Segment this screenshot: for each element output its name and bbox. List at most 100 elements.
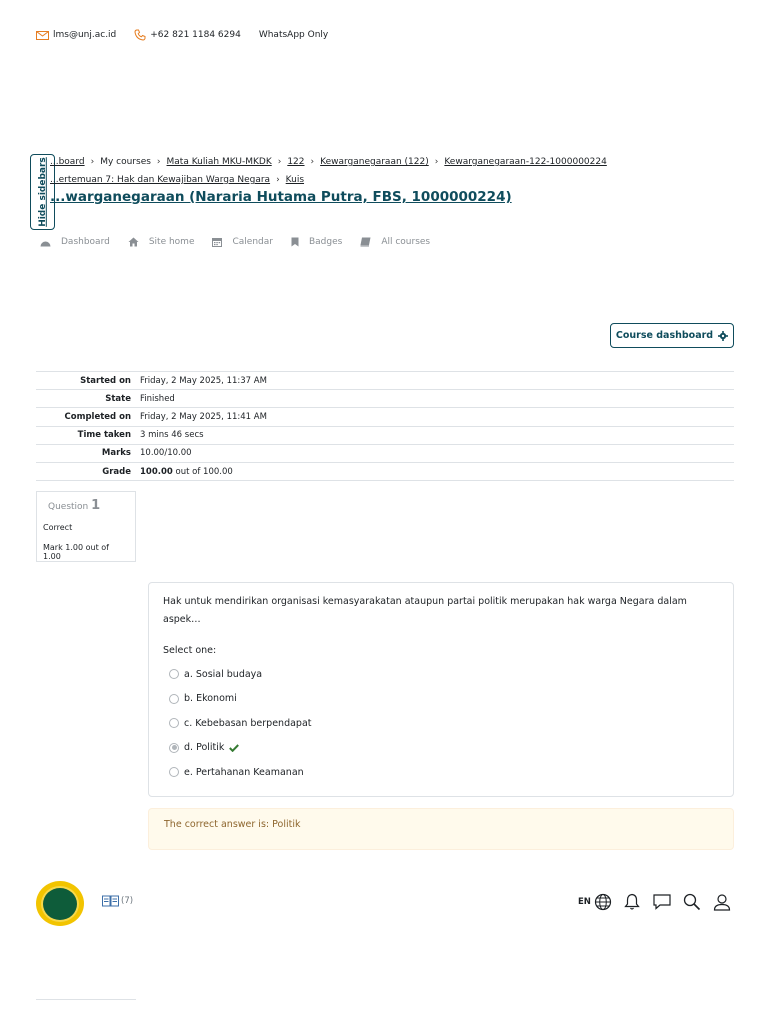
course-dashboard-button[interactable]: Course dashboard	[610, 323, 734, 348]
summary-value: 10.00/10.00	[140, 448, 192, 459]
option-d[interactable]: d. Politik	[169, 736, 719, 761]
summary-label: State	[105, 393, 131, 404]
nav-all-courses-label: All courses	[381, 237, 431, 247]
breadcrumb: ...board › My courses › Mata Kuliah MKU-…	[50, 157, 607, 167]
breadcrumb-section[interactable]: ...ertemuan 7: Hak dan Kewajiban Warga N…	[50, 175, 270, 185]
radio-icon[interactable]	[169, 718, 179, 729]
chevron-right-icon: ›	[310, 157, 315, 167]
select-prompt: Select one:	[163, 645, 217, 656]
summary-value: Finished	[140, 393, 175, 404]
table-row: Grade 100.00 out of 100.00	[36, 462, 734, 481]
option-label: e. Pertahanan Keamanan	[184, 766, 304, 778]
question-label: Question	[48, 502, 89, 512]
nav-site-home-label: Site home	[148, 237, 195, 247]
question-number: Question 1	[48, 498, 129, 513]
language-code: EN	[578, 897, 591, 907]
option-b[interactable]: b. Ekonomi	[169, 687, 719, 712]
calendar-icon	[212, 238, 223, 247]
question-card: Hak untuk mendirikan organisasi kemasyar…	[148, 582, 734, 797]
question-number-value: 1	[91, 498, 101, 513]
question-info: Question 1 Correct Mark 1.00 out of 1.00	[36, 491, 136, 562]
breadcrumb-quiz[interactable]: Kuis	[286, 175, 304, 185]
chevron-right-icon: ›	[156, 157, 161, 167]
question-status: Correct	[43, 523, 73, 532]
nav-badges[interactable]: Badges	[291, 237, 342, 247]
course-dashboard-label: Course dashboard	[615, 330, 714, 341]
breadcrumb-my-courses: My courses	[100, 157, 151, 167]
bell-icon[interactable]	[622, 893, 642, 911]
table-row: Time taken 3 mins 46 secs	[36, 426, 734, 444]
summary-label: Marks	[101, 448, 131, 459]
blocks-drawer-toggle[interactable]: (7)	[102, 895, 133, 907]
footer-divider	[36, 999, 136, 1000]
badge-count: (7)	[121, 896, 134, 906]
user-icon[interactable]	[712, 893, 732, 911]
question-mark: Mark 1.00 out of 1.00	[43, 543, 109, 561]
radio-icon[interactable]	[169, 693, 179, 704]
contact-phone[interactable]: +62 821 1184 6294	[150, 30, 241, 40]
nav-badges-label: Badges	[308, 237, 343, 247]
breadcrumb-course-id[interactable]: Kewarganegaraan-122-1000000224	[444, 157, 606, 167]
chevron-right-icon: ›	[90, 157, 95, 167]
summary-label: Grade	[102, 466, 131, 477]
contact-bar: lms@unj.ac.id +62 821 1184 6294 WhatsApp…	[36, 29, 328, 41]
main-nav: Dashboard Site home Calendar Badges All …	[40, 237, 448, 247]
footer-toolbar: EN	[578, 893, 732, 911]
summary-value: Friday, 2 May 2025, 11:41 AM	[140, 411, 267, 422]
option-label: c. Kebebasan berpendapat	[184, 717, 312, 729]
summary-value: 3 mins 46 secs	[140, 430, 204, 441]
nav-calendar[interactable]: Calendar	[212, 237, 273, 247]
contact-email[interactable]: lms@unj.ac.id	[53, 30, 116, 40]
contact-note: WhatsApp Only	[258, 30, 329, 40]
hide-sidebars-label: Hide sidebars	[37, 157, 48, 227]
university-logo[interactable]	[36, 881, 84, 926]
table-row: Completed on Friday, 2 May 2025, 11:41 AM	[36, 407, 734, 426]
quiz-summary-table: Started on Friday, 2 May 2025, 11:37 AM S…	[36, 371, 734, 481]
grade-suffix: out of 100.00	[175, 466, 233, 477]
language-menu[interactable]: EN	[578, 893, 612, 911]
course-title[interactable]: ...warganegaraan (Nararia Hutama Putra, …	[50, 189, 512, 205]
chevron-right-icon: ›	[434, 157, 439, 167]
radio-icon[interactable]	[169, 767, 179, 778]
logo-emblem	[41, 885, 79, 922]
chevron-right-icon: ›	[276, 175, 280, 185]
globe-icon	[594, 893, 612, 911]
question-text: Hak untuk mendirikan organisasi kemasyar…	[163, 596, 687, 625]
nav-all-courses[interactable]: All courses	[360, 237, 430, 247]
option-a[interactable]: a. Sosial budaya	[169, 662, 719, 687]
book-icon	[360, 237, 371, 247]
radio-selected-icon[interactable]	[169, 742, 179, 753]
summary-label: Time taken	[77, 430, 131, 441]
breadcrumb-122[interactable]: 122	[287, 157, 304, 167]
breadcrumb-course[interactable]: Kewarganegaraan (122)	[320, 157, 429, 167]
table-row: Marks 10.00/10.00	[36, 444, 734, 462]
table-row: Started on Friday, 2 May 2025, 11:37 AM	[36, 371, 734, 390]
correct-answer-feedback: The correct answer is: Politik	[148, 808, 734, 850]
summary-label: Started on	[80, 375, 131, 386]
search-icon[interactable]	[682, 893, 702, 911]
grade-value: 100.00	[140, 466, 173, 477]
checkmark-icon	[229, 744, 240, 752]
option-c[interactable]: c. Kebebasan berpendapat	[169, 711, 719, 736]
summary-value: 100.00 out of 100.00	[140, 462, 734, 480]
nav-dashboard[interactable]: Dashboard	[40, 237, 110, 247]
envelope-icon	[36, 30, 49, 40]
option-label: d. Politik	[184, 742, 225, 754]
dashboard-icon	[40, 241, 51, 246]
phone-icon	[134, 29, 146, 41]
chevron-right-icon: ›	[277, 157, 282, 167]
summary-value: Friday, 2 May 2025, 11:37 AM	[140, 375, 267, 386]
option-e[interactable]: e. Pertahanan Keamanan	[169, 760, 719, 785]
option-label: b. Ekonomi	[184, 693, 237, 705]
bookmark-icon	[291, 237, 299, 247]
radio-icon[interactable]	[169, 669, 179, 680]
open-book-icon	[102, 895, 119, 907]
message-icon[interactable]	[652, 894, 672, 910]
option-label: a. Sosial budaya	[184, 668, 263, 680]
breadcrumb-dashboard[interactable]: ...board	[50, 157, 85, 167]
home-icon	[128, 237, 139, 247]
breadcrumb-row-2: ...ertemuan 7: Hak dan Kewajiban Warga N…	[50, 175, 304, 185]
table-row: State Finished	[36, 389, 734, 408]
breadcrumb-category[interactable]: Mata Kuliah MKU-MKDK	[167, 157, 272, 167]
nav-site-home[interactable]: Site home	[128, 237, 195, 247]
